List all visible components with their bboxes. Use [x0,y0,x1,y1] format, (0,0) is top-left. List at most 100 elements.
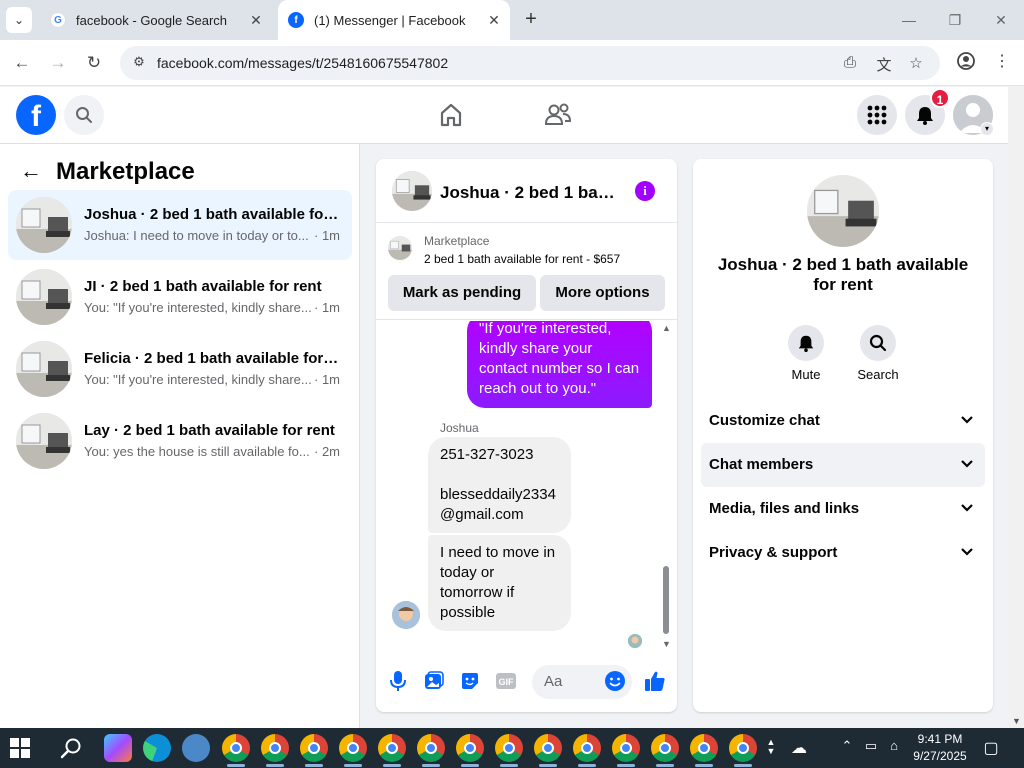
tab-google-search[interactable]: G facebook - Google Search ✕ [40,0,272,40]
back-button[interactable]: ← [9,50,35,76]
row-label: Chat members [709,456,814,473]
chrome-icon[interactable] [612,734,640,767]
listing-thumbnail[interactable] [388,236,412,260]
facebook-header: f 1 ▾ [0,87,1008,144]
close-window-button[interactable]: ✕ [978,0,1024,40]
tab-search-menu-button[interactable]: ⌄ [6,7,32,33]
profile-icon[interactable] [954,51,978,75]
conversation-item[interactable]: JI · 2 bed 1 bath available for rent You… [8,262,352,332]
copilot-icon[interactable] [104,734,132,762]
listing-thumbnail [16,197,72,253]
edge-icon[interactable] [143,734,171,762]
chrome-icon[interactable] [495,734,523,767]
menu-button[interactable] [857,95,897,135]
chrome-icon[interactable] [339,734,367,767]
page-scrollbar[interactable]: ▼ [1008,87,1024,728]
info-icon[interactable]: i [635,181,655,201]
conversation-item[interactable]: Joshua · 2 bed 1 bath available for ... … [8,190,352,260]
chrome-icon[interactable] [534,734,562,767]
reload-button[interactable]: ↻ [81,50,107,76]
chrome-icon[interactable] [378,734,406,767]
scroll-thumb[interactable] [663,566,669,634]
bell-icon [917,107,933,125]
message-scrollbar[interactable]: ▲ ▼ [662,321,672,653]
conversation-item[interactable]: Felicia · 2 bed 1 bath available for r..… [8,334,352,404]
browser-menu-icon[interactable]: ⋮ [990,51,1014,75]
weather-icon[interactable]: ☁ [790,738,808,757]
scroll-down-arrow-icon[interactable]: ▼ [1012,716,1021,726]
photo-icon[interactable] [422,669,446,693]
chrome-icon[interactable] [690,734,718,767]
chat-avatar[interactable] [392,171,432,211]
home-nav-button[interactable] [435,99,467,131]
chrome-icon[interactable] [573,734,601,767]
minimize-button[interactable]: — [886,0,932,40]
windows-start-icon[interactable] [10,738,30,758]
chrome-icon[interactable] [222,734,250,767]
chevron-down-icon[interactable]: ▾ [980,122,994,136]
site-info-icon[interactable]: ⚙ [130,54,148,72]
taskbar-clock[interactable]: 9:41 PM 9/27/2025 [908,731,972,765]
bookmark-star-icon[interactable]: ☆ [906,54,926,74]
message-composer: GIF Aa [376,659,677,707]
like-thumb-icon[interactable] [643,669,667,693]
emoji-icon[interactable] [603,669,627,693]
chat-members-row[interactable]: Chat members [701,443,985,487]
notification-badge: 1 [930,88,950,108]
facebook-logo-icon[interactable]: f [16,95,56,135]
address-bar[interactable]: ⚙ facebook.com/messages/t/25481606755478… [120,46,940,80]
scroll-down-arrow-icon[interactable]: ▼ [662,639,671,649]
sticker-icon[interactable] [458,669,482,693]
microphone-icon[interactable] [386,669,410,693]
new-tab-button[interactable]: + [520,8,542,30]
privacy-support-row[interactable]: Privacy & support [701,531,985,575]
install-app-icon[interactable]: ⎙ [840,54,860,74]
chrome-icon[interactable] [261,734,289,767]
friends-nav-button[interactable] [542,99,574,131]
chrome-icon[interactable] [729,734,757,767]
marketplace-sidebar: ← Marketplace Joshua · 2 bed 1 bath avai… [0,144,360,728]
media-files-links-row[interactable]: Media, files and links [701,487,985,531]
translate-icon[interactable]: 文 [874,54,894,74]
search-icon[interactable] [60,737,82,759]
url-text: facebook.com/messages/t/2548160675547802 [157,55,449,71]
mark-as-pending-button[interactable]: Mark as pending [388,275,536,311]
taskbar-overflow-icon[interactable]: ▲ ▼ [762,738,780,756]
close-tab-icon[interactable]: ✕ [484,12,504,29]
chrome-icon[interactable] [417,734,445,767]
conversation-time: · 1m [314,228,340,243]
conversation-info-panel: Joshua · 2 bed 1 bath available for rent… [693,159,993,712]
back-arrow-icon[interactable]: ← [20,160,44,184]
restore-button[interactable]: ❐ [932,0,978,40]
chrome-icon[interactable] [651,734,679,767]
listing-title[interactable]: 2 bed 1 bath available for rent - $657 [424,252,620,266]
chrome-icon[interactable] [300,734,328,767]
network-icon[interactable]: ⌂ [885,738,903,756]
conversation-item[interactable]: Lay · 2 bed 1 bath available for rent Yo… [8,406,352,476]
tab-title: facebook - Google Search [76,12,228,28]
tab-messenger[interactable]: f (1) Messenger | Facebook ✕ [278,0,510,40]
conversation-preview: Joshua: I need to move in today or to...… [84,228,340,243]
forward-button[interactable]: → [45,50,71,76]
close-tab-icon[interactable]: ✕ [246,12,266,29]
paint-icon[interactable] [182,734,210,762]
chevron-up-icon[interactable]: ⌃ [838,738,856,756]
conversation-time: · 1m [314,300,340,315]
chrome-icon[interactable] [456,734,484,767]
customize-chat-row[interactable]: Customize chat [701,399,985,443]
gif-icon[interactable]: GIF [494,669,518,693]
more-options-button[interactable]: More options [540,275,665,311]
conversation-name: Lay · 2 bed 1 bath available for rent [84,422,335,439]
battery-icon[interactable]: ▭ [862,738,880,756]
notification-center-icon[interactable]: ▢ [982,738,1000,757]
search-button[interactable] [64,95,104,135]
listing-avatar[interactable] [807,175,879,247]
info-title: Joshua · 2 bed 1 bath available for rent [717,255,969,294]
listing-thumbnail [16,269,72,325]
search-in-chat-button[interactable]: Search [848,325,908,382]
chevron-down-icon [961,548,973,556]
scroll-up-arrow-icon[interactable]: ▲ [662,323,671,333]
mute-button[interactable]: Mute [776,325,836,382]
chat-title[interactable]: Joshua · 2 bed 1 bath... [440,183,620,203]
sender-avatar[interactable] [392,601,420,629]
